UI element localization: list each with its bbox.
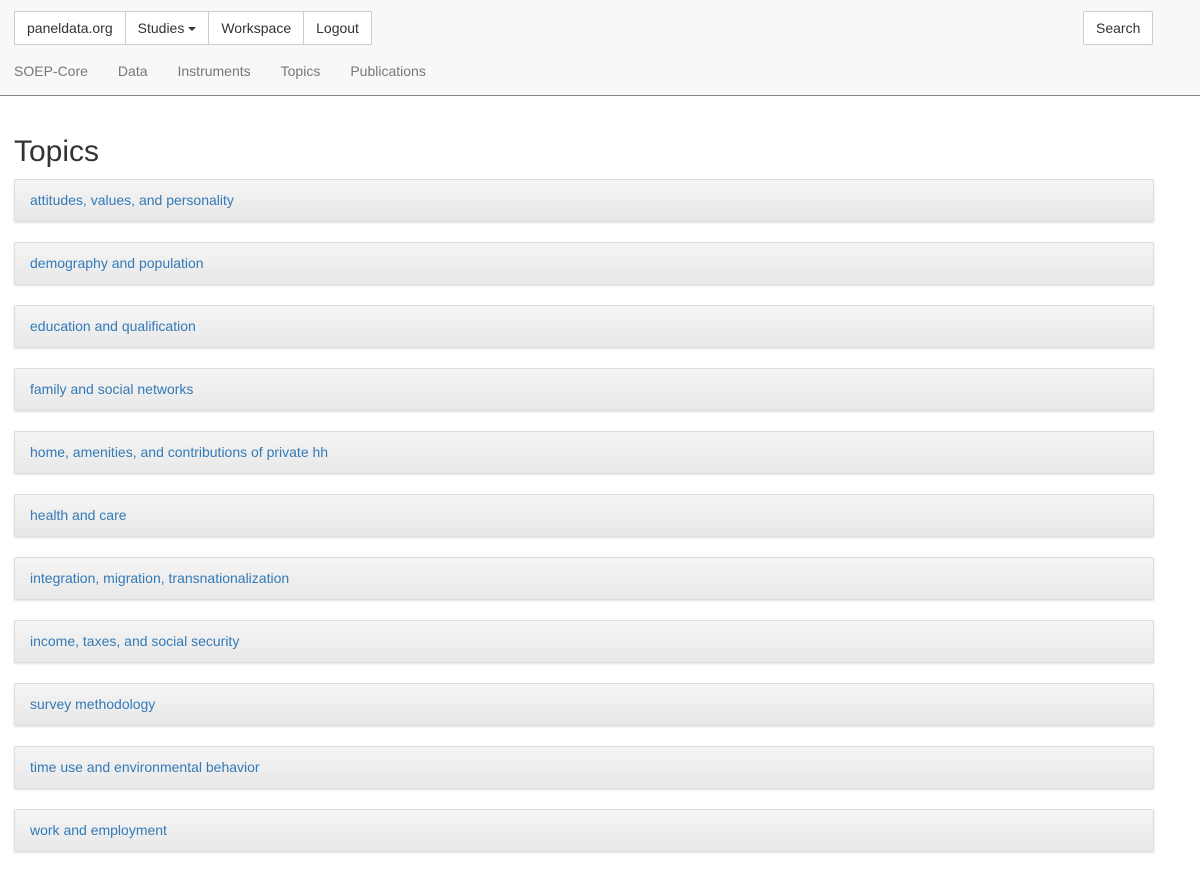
- logout-button[interactable]: Logout: [303, 11, 372, 45]
- topic-panel: work and employment: [14, 809, 1154, 852]
- topic-link[interactable]: demography and population: [30, 255, 204, 271]
- topic-link[interactable]: family and social networks: [30, 381, 193, 397]
- top-navbar: paneldata.org Studies Workspace Logout S…: [0, 0, 1200, 96]
- topic-panel: family and social networks: [14, 368, 1154, 411]
- topic-link[interactable]: education and qualification: [30, 318, 196, 334]
- topic-panel: survey methodology: [14, 683, 1154, 726]
- nav-link-publications[interactable]: Publications: [350, 63, 426, 79]
- topic-link[interactable]: attitudes, values, and personality: [30, 192, 234, 208]
- topic-link[interactable]: health and care: [30, 507, 127, 523]
- nav-link-topics[interactable]: Topics: [281, 63, 321, 79]
- topic-panel: home, amenities, and contributions of pr…: [14, 431, 1154, 474]
- study-brand-link[interactable]: SOEP-Core: [14, 63, 88, 79]
- topic-panel: demography and population: [14, 242, 1154, 285]
- paneldata-home-button[interactable]: paneldata.org: [14, 11, 126, 45]
- topic-link[interactable]: home, amenities, and contributions of pr…: [30, 444, 328, 460]
- caret-down-icon: [188, 27, 197, 32]
- topic-link[interactable]: time use and environmental behavior: [30, 759, 260, 775]
- topic-panel: integration, migration, transnationaliza…: [14, 557, 1154, 600]
- studies-label: Studies: [137, 20, 185, 36]
- study-subnav: SOEP-Core Data Instruments Topics Public…: [14, 59, 456, 83]
- topic-link[interactable]: income, taxes, and social security: [30, 633, 239, 649]
- main-button-group: paneldata.org Studies Workspace Logout: [14, 11, 372, 45]
- topic-panel: income, taxes, and social security: [14, 620, 1154, 663]
- studies-dropdown-button[interactable]: Studies: [124, 11, 210, 45]
- topic-panel: attitudes, values, and personality: [14, 179, 1154, 222]
- workspace-button[interactable]: Workspace: [208, 11, 305, 45]
- topic-list: attitudes, values, and personality demog…: [14, 179, 1154, 872]
- topic-link[interactable]: integration, migration, transnationaliza…: [30, 570, 289, 586]
- page-title: Topics: [14, 135, 100, 168]
- nav-link-instruments[interactable]: Instruments: [178, 63, 251, 79]
- topic-panel: health and care: [14, 494, 1154, 537]
- topic-panel: time use and environmental behavior: [14, 746, 1154, 789]
- topic-link[interactable]: survey methodology: [30, 696, 155, 712]
- search-button[interactable]: Search: [1083, 11, 1154, 45]
- topic-link[interactable]: work and employment: [30, 822, 167, 838]
- nav-link-data[interactable]: Data: [118, 63, 148, 79]
- topic-panel: education and qualification: [14, 305, 1154, 348]
